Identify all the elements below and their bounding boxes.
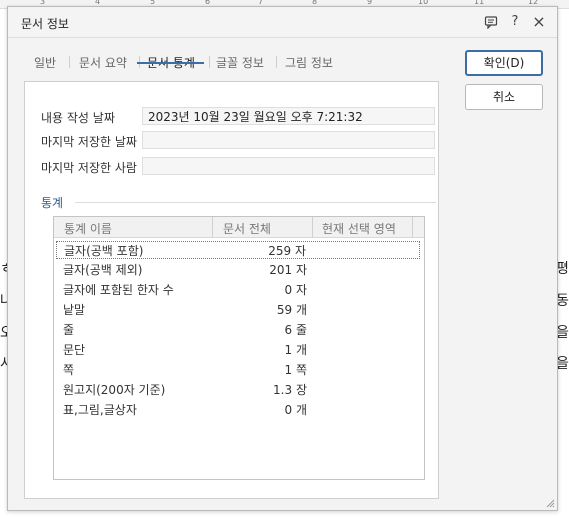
last-saved-date-label: 마지막 저장한 날짜 — [41, 135, 137, 149]
dialog-body: 일반 문서 요약 문서 통계 글꼴 정보 그림 정보 내용 작성 날짜 2023… — [8, 38, 557, 510]
table-row[interactable]: 줄 6 줄 — [56, 321, 420, 339]
resize-grip-icon[interactable] — [546, 499, 555, 508]
table-row[interactable]: 문단 1 개 — [56, 341, 420, 359]
statistics-panel: 내용 작성 날짜 2023년 10월 23일 월요일 오후 7:21:32 마지… — [24, 81, 439, 499]
stat-total: 1 개 — [284, 343, 308, 357]
stat-total: 0 자 — [284, 283, 308, 297]
stat-total: 1.3 장 — [273, 383, 307, 397]
table-row[interactable]: 낱말 59 개 — [56, 301, 420, 319]
comment-help-icon[interactable] — [482, 13, 500, 31]
column-header-selection[interactable]: 현재 선택 영역 — [322, 220, 396, 237]
table-row[interactable]: 쪽 1 쪽 — [56, 361, 420, 379]
stat-name: 글자에 포함된 한자 수 — [63, 283, 174, 297]
stat-total: 0 개 — [284, 403, 308, 417]
dialog-title: 문서 정보 — [21, 17, 69, 31]
table-row[interactable]: 표,그림,글상자 0 개 — [56, 401, 420, 419]
stat-name: 글자(공백 포함) — [64, 244, 144, 258]
tab-separator — [276, 56, 277, 68]
last-saved-by-field — [142, 157, 435, 175]
stat-total: 59 개 — [276, 303, 307, 317]
close-button[interactable]: × — [530, 13, 548, 31]
dialog-titlebar[interactable]: 문서 정보 ? × — [8, 7, 557, 38]
stat-total: 6 줄 — [284, 323, 308, 337]
tab-image-info[interactable]: 그림 정보 — [285, 54, 333, 71]
stat-total: 201 자 — [269, 263, 307, 277]
column-header-total[interactable]: 문서 전체 — [223, 220, 271, 237]
stat-name: 줄 — [63, 323, 75, 337]
active-tab-indicator — [137, 62, 204, 64]
tab-font-info[interactable]: 글꼴 정보 — [216, 54, 264, 71]
stats-table[interactable]: 통계 이름 문서 전체 현재 선택 영역 글자(공백 포함) 259 자 글자(… — [53, 216, 425, 480]
document-info-dialog: 문서 정보 ? × 일반 문서 요약 문서 통계 글꼴 정보 그림 정보 내용 — [7, 6, 558, 511]
tab-separator — [69, 56, 70, 68]
created-date-label: 내용 작성 날짜 — [41, 111, 115, 125]
table-row[interactable]: 원고지(200자 기준) 1.3 장 — [56, 381, 420, 399]
column-separator[interactable] — [312, 217, 313, 237]
stat-total: 259 자 — [268, 244, 306, 258]
stat-name: 원고지(200자 기준) — [63, 383, 166, 397]
stat-name: 쪽 — [63, 363, 75, 377]
tab-general[interactable]: 일반 — [34, 54, 56, 71]
last-saved-by-label: 마지막 저장한 사람 — [41, 161, 137, 175]
stat-name: 글자(공백 제외) — [63, 263, 143, 277]
stat-name: 표,그림,글상자 — [63, 403, 137, 417]
stat-total: 1 쪽 — [284, 363, 308, 377]
section-divider — [75, 202, 436, 203]
column-separator[interactable] — [412, 217, 413, 237]
column-header-name[interactable]: 통계 이름 — [64, 220, 112, 237]
cancel-button[interactable]: 취소 — [465, 84, 543, 110]
column-separator[interactable] — [212, 217, 213, 237]
table-row[interactable]: 글자에 포함된 한자 수 0 자 — [56, 281, 420, 299]
stats-table-header: 통계 이름 문서 전체 현재 선택 영역 — [54, 217, 424, 238]
stat-name: 문단 — [63, 343, 86, 357]
last-saved-date-field — [142, 131, 435, 149]
help-button[interactable]: ? — [506, 13, 524, 31]
stat-name: 낱말 — [63, 303, 86, 317]
table-row[interactable]: 글자(공백 포함) 259 자 — [56, 241, 420, 259]
tab-separator — [209, 56, 210, 68]
tab-summary[interactable]: 문서 요약 — [79, 54, 127, 71]
ok-button[interactable]: 확인(D) — [465, 50, 543, 76]
created-date-field: 2023년 10월 23일 월요일 오후 7:21:32 — [142, 107, 435, 125]
stats-section-title: 통계 — [41, 196, 64, 210]
table-row[interactable]: 글자(공백 제외) 201 자 — [56, 261, 420, 279]
